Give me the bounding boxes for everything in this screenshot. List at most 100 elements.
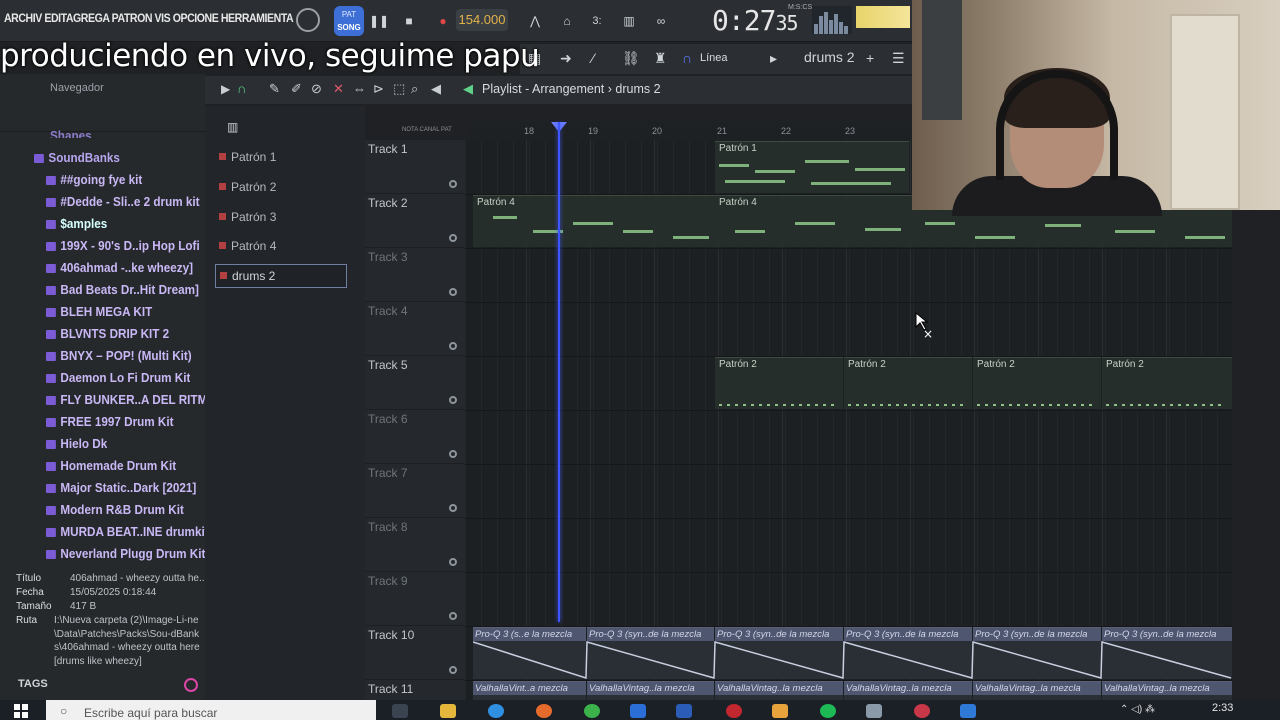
paint-icon[interactable]: ✐	[291, 81, 302, 97]
arrow-right-icon[interactable]: ➜	[560, 50, 572, 67]
mute-dot-icon[interactable]	[449, 612, 457, 620]
spotify-icon[interactable]	[820, 704, 836, 718]
playlist-arrow-icon[interactable]: ◀	[463, 81, 473, 97]
track-header[interactable]: Track 4	[365, 302, 465, 356]
step-edit-icon[interactable]: 3:	[586, 10, 608, 32]
zoom-icon[interactable]: ⌕	[411, 81, 418, 97]
edge-icon[interactable]	[488, 704, 504, 718]
browser-item[interactable]: MURDA BEAT..INE drumkit	[46, 524, 209, 546]
opera-icon[interactable]	[726, 704, 742, 718]
mute-dot-icon[interactable]	[449, 234, 457, 242]
loop-record-icon[interactable]: ∞	[650, 10, 672, 32]
mute-dot-icon[interactable]	[449, 396, 457, 404]
track-header[interactable]: Track 10	[365, 626, 465, 680]
automation-clip[interactable]: ValhallaVintag..la mezcla	[715, 681, 843, 700]
fl-studio-icon[interactable]	[772, 704, 788, 718]
taskbar-clock[interactable]: 2:33	[1212, 702, 1233, 714]
magnet-icon[interactable]: ∩	[682, 50, 692, 66]
pencil-icon[interactable]: ✎	[269, 81, 280, 97]
browser-item[interactable]: 199X - 90's D..ip Hop Lofi	[46, 238, 200, 260]
automation-clip[interactable]: ValhallaVintag..la mezcla	[973, 681, 1101, 700]
browser-item[interactable]: Major Static..Dark [2021]	[46, 480, 196, 502]
browser-item[interactable]: BLEH MEGA KIT	[46, 304, 152, 326]
browser-item[interactable]: FLY BUNKER..A DEL RITMO	[46, 392, 216, 414]
mute-dot-icon[interactable]	[449, 342, 457, 350]
pause-icon[interactable]: ❚❚	[368, 10, 390, 32]
browser-item[interactable]: Neverland Plugg Drum Kit	[46, 546, 205, 568]
pattern-selector[interactable]: drums 2	[804, 49, 864, 69]
automation-clip[interactable]: ValhallaVintag..la mezcla	[1102, 681, 1232, 700]
windows-start-icon[interactable]	[14, 704, 28, 718]
magnet-icon[interactable]: ∩	[237, 81, 246, 96]
pattern-clip[interactable]: Patrón 2	[844, 357, 972, 409]
wait-icon[interactable]: ⌂	[556, 10, 578, 32]
obs-icon[interactable]	[914, 704, 930, 718]
chrome-icon[interactable]	[584, 704, 600, 718]
piano-icon[interactable]: ▥	[227, 120, 238, 134]
track-header[interactable]: Track 7	[365, 464, 465, 518]
browser-item[interactable]: Homemade Drum Kit	[46, 458, 176, 480]
search-tags-icon[interactable]	[184, 678, 198, 692]
system-tray-icons[interactable]: ⌃ ◁) ⁂	[1120, 704, 1155, 715]
track-header[interactable]: Track 5	[365, 356, 465, 410]
mute-dot-icon[interactable]	[449, 288, 457, 296]
track-header[interactable]: Track 6	[365, 410, 465, 464]
track-header[interactable]: Track 9	[365, 572, 465, 626]
stamp-icon[interactable]: ♜	[654, 50, 667, 67]
mute-icon[interactable]: ✕	[333, 81, 344, 97]
tempo-display[interactable]: 154.000	[456, 9, 508, 31]
mute-dot-icon[interactable]	[449, 450, 457, 458]
browser-item[interactable]: Hielo Dk	[46, 436, 107, 458]
browser-item[interactable]: 406ahmad -..ke wheezy]	[46, 260, 193, 282]
app-icon[interactable]	[866, 704, 882, 718]
play-arrow-icon[interactable]: ▶	[221, 82, 230, 96]
mute-dot-icon[interactable]	[449, 180, 457, 188]
mixer-icon[interactable]: ☰	[892, 50, 905, 67]
playback-icon[interactable]: ◀	[431, 81, 441, 97]
track-header[interactable]: Track 2	[365, 194, 465, 248]
automation-clip[interactable]: ValhallaVintag..la mezcla	[587, 681, 714, 700]
mute-dot-icon[interactable]	[449, 558, 457, 566]
browser-item[interactable]: Bad Beats Dr..Hit Dream]	[46, 282, 199, 304]
automation-clip[interactable]: ValhallaVintag..la mezcla	[844, 681, 972, 700]
track-header[interactable]: Track 8	[365, 518, 465, 572]
metronome-icon[interactable]: ⋀	[524, 10, 546, 32]
slip-icon[interactable]: ⇔	[353, 81, 366, 96]
pattern-item[interactable]: Patrón 3	[215, 206, 347, 228]
app2-icon[interactable]	[960, 704, 976, 718]
main-menu[interactable]: ARCHIV EDITAGREGA PATRON VIS OPCIONE HER…	[4, 11, 294, 25]
mute-dot-icon[interactable]	[449, 504, 457, 512]
typing-keyboard-icon[interactable]: ▥	[618, 10, 640, 32]
browser-item[interactable]: Modern R&B Drum Kit	[46, 502, 184, 524]
track-header[interactable]: Track 1	[365, 140, 465, 194]
select-icon[interactable]: ⬚	[393, 81, 405, 97]
pattern-item[interactable]: Patrón 2	[215, 176, 347, 198]
pattern-clip[interactable]: Patrón 2	[973, 357, 1101, 409]
mute-dot-icon[interactable]	[449, 666, 457, 674]
play-pattern-icon[interactable]: ▸	[770, 50, 777, 67]
taskbar-search[interactable]: ○ Escribe aquí para buscar	[46, 700, 376, 720]
delete-icon[interactable]: ⊘	[311, 81, 322, 97]
browser-item[interactable]: Daemon Lo Fi Drum Kit	[46, 370, 190, 392]
record-icon[interactable]: ●	[432, 10, 454, 32]
pattern-clip[interactable]: Patrón 2	[1102, 357, 1232, 409]
file-explorer-icon[interactable]	[440, 704, 456, 718]
stop-icon[interactable]: ■	[398, 10, 420, 32]
automation-clip[interactable]: ValhallaVint..a mezcla	[473, 681, 586, 700]
browser-item[interactable]: Shapes	[50, 128, 92, 138]
snap-mode-label[interactable]: Línea	[700, 52, 728, 64]
browser-item[interactable]: ##going fye kit	[46, 172, 142, 194]
pattern-item-selected[interactable]: drums 2	[215, 264, 347, 288]
playhead[interactable]	[558, 122, 560, 622]
playlist-grid[interactable]: Patrón 1 Patrón 4 Patrón 4 Patrón 2 Patr…	[465, 140, 1232, 700]
browser-item[interactable]: #Dedde - Sli..e 2 drum kit	[46, 194, 200, 216]
link-icon[interactable]: ⛓	[622, 50, 640, 67]
pattern-clip[interactable]: Patrón 4	[473, 195, 715, 247]
browser-item[interactable]: $amples	[46, 216, 107, 238]
pat-song-toggle[interactable]: PAT SONG	[334, 6, 364, 36]
pattern-clip[interactable]: Patrón 2	[715, 357, 843, 409]
pattern-item[interactable]: Patrón 4	[215, 235, 347, 257]
brush-icon[interactable]: ⁄	[592, 50, 594, 66]
browser-item[interactable]: BLVNTS DRIP KIT 2	[46, 326, 169, 348]
track-header[interactable]: Track 3	[365, 248, 465, 302]
